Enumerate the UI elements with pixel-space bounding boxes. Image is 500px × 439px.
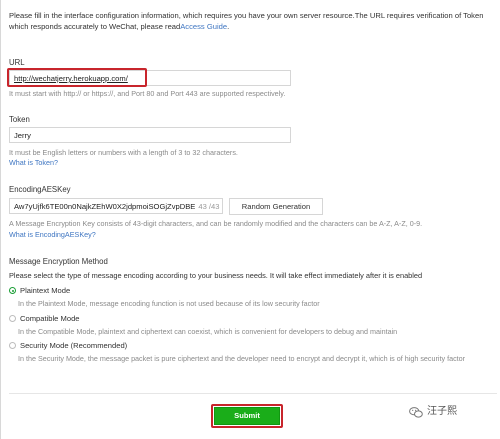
security-desc: In the Security Mode, the message packet… xyxy=(18,354,466,363)
wechat-logo-icon xyxy=(409,406,423,418)
radio-plaintext[interactable]: Plaintext Mode xyxy=(9,286,70,295)
what-is-aes-link[interactable]: What is EncodingAESKey? xyxy=(9,230,96,239)
aes-counter: 43 /43 xyxy=(198,202,220,211)
radio-plaintext-circle[interactable] xyxy=(9,287,16,295)
token-hint: It must be English letters or numbers wi… xyxy=(9,148,238,157)
intro-body: Please fill in the interface configurati… xyxy=(9,11,484,31)
radio-compatible[interactable]: Compatible Mode xyxy=(9,314,80,323)
aes-hint: A Message Encryption Key consists of 43-… xyxy=(9,219,423,228)
plaintext-desc: In the Plaintext Mode, message encoding … xyxy=(18,299,320,308)
intro-text: Please fill in the interface configurati… xyxy=(9,10,489,32)
token-input[interactable]: Jerry xyxy=(9,127,291,143)
radio-plaintext-label: Plaintext Mode xyxy=(20,286,71,295)
random-generation-button[interactable]: Random Generation xyxy=(229,198,323,215)
access-guide-link[interactable]: Access Guide xyxy=(180,22,227,31)
aes-input[interactable]: Aw7yUjfk6TE00n0NajkZEhW0X2jdpmoiSOGjZvpD… xyxy=(9,198,223,214)
aes-label: EncodingAESKey xyxy=(9,185,71,194)
token-value: Jerry xyxy=(14,131,31,140)
submit-highlight-box xyxy=(211,404,283,428)
what-is-token-link[interactable]: What is Token? xyxy=(9,158,58,167)
aes-value: Aw7yUjfk6TE00n0NajkZEhW0X2jdpmoiSOGjZvpD… xyxy=(14,202,196,211)
radio-security[interactable]: Security Mode (Recommended) xyxy=(9,341,127,350)
radio-security-label: Security Mode (Recommended) xyxy=(20,341,128,350)
radio-compatible-label: Compatible Mode xyxy=(20,314,80,323)
config-panel: Please fill in the interface configurati… xyxy=(0,0,500,439)
encryption-label: Message Encryption Method xyxy=(9,257,108,266)
intro-end: . xyxy=(227,22,230,31)
token-label: Token xyxy=(9,115,30,124)
url-highlight-box xyxy=(7,68,147,87)
encryption-hint: Please select the type of message encodi… xyxy=(9,271,423,280)
watermark-text: 汪子熙 xyxy=(427,406,457,417)
url-label: URL xyxy=(9,58,25,67)
compatible-desc: In the Compatible Mode, plaintext and ci… xyxy=(18,327,398,336)
watermark: 汪子熙 xyxy=(409,406,457,419)
radio-compatible-circle[interactable] xyxy=(9,315,16,323)
divider xyxy=(9,393,497,394)
url-hint: It must start with http:// or https://, … xyxy=(9,89,286,98)
radio-security-circle[interactable] xyxy=(9,342,16,350)
